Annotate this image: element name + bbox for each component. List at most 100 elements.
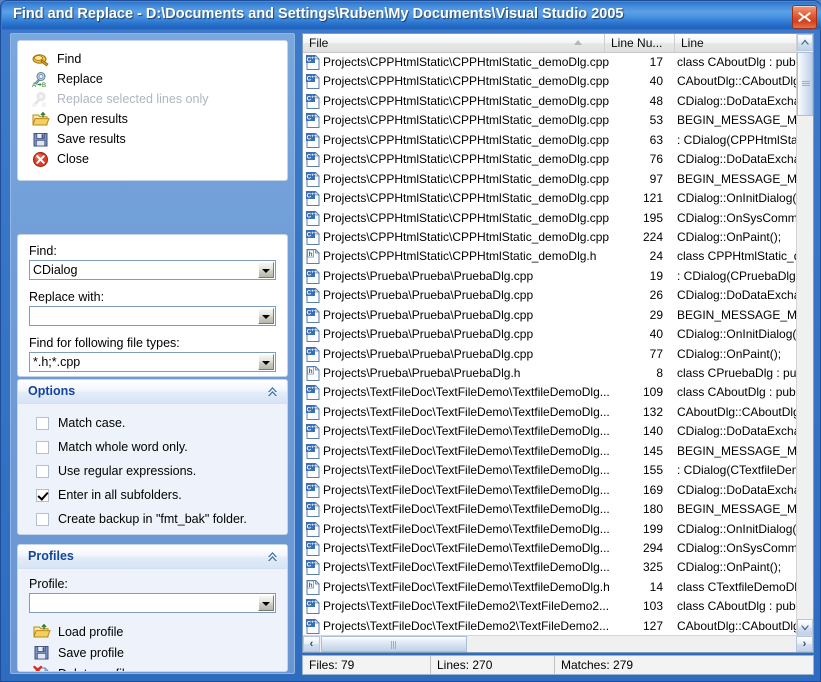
- cell-line-number: 40: [609, 74, 663, 88]
- filetypes-combo[interactable]: *.h;*.cpp: [29, 352, 276, 372]
- cell-file: Projects\Prueba\Prueba\PruebaDlg.cpp: [323, 347, 609, 361]
- results-list-header: File Line Nu... Line: [303, 34, 813, 53]
- svg-text:++: ++: [311, 133, 317, 138]
- action-find[interactable]: Find: [32, 49, 287, 69]
- option-create-backup[interactable]: Create backup in "fmt_bak" folder.: [36, 507, 287, 531]
- checkbox[interactable]: [36, 417, 49, 430]
- cell-line-number: 63: [609, 133, 663, 147]
- table-row[interactable]: C++Projects\TextFileDoc\TextFileDemo\Tex…: [303, 539, 798, 558]
- profile-combo[interactable]: [29, 593, 276, 613]
- cell-line: BEGIN_MESSAGE_MAP(CAbou: [677, 444, 797, 458]
- table-row[interactable]: C++Projects\CPPHtmlStatic\CPPHtmlStatic_…: [303, 53, 798, 72]
- cell-file: Projects\CPPHtmlStatic\CPPHtmlStatic_dem…: [323, 249, 609, 263]
- scroll-down-button[interactable]: [797, 619, 813, 636]
- action-label: Find: [57, 52, 81, 66]
- cell-line-number: 145: [609, 444, 663, 458]
- replace-combo[interactable]: [29, 306, 276, 326]
- action-delete-profile[interactable]: Delete profile: [33, 663, 276, 672]
- cpp-file-icon: C++: [306, 230, 320, 245]
- action-open-results[interactable]: Open results: [32, 109, 287, 129]
- horizontal-scrollbar[interactable]: ‹ ›: [303, 635, 813, 652]
- horizontal-scrollbar-thumb[interactable]: [321, 636, 467, 652]
- table-row[interactable]: C++Projects\Prueba\Prueba\PruebaDlg.cpp7…: [303, 345, 798, 364]
- cell-file: Projects\CPPHtmlStatic\CPPHtmlStatic_dem…: [323, 152, 609, 166]
- svg-text:++: ++: [311, 619, 317, 624]
- table-row[interactable]: C++Projects\TextFileDoc\TextFileDemo\Tex…: [303, 481, 798, 500]
- column-header-line[interactable]: Line: [675, 34, 798, 52]
- table-row[interactable]: hProjects\TextFileDoc\TextFileDemo\Textf…: [303, 578, 798, 597]
- action-save-results[interactable]: Save results: [32, 129, 287, 149]
- profile-action-label: Load profile: [58, 625, 123, 639]
- table-row[interactable]: C++Projects\Prueba\Prueba\PruebaDlg.cpp1…: [303, 267, 798, 286]
- checkbox[interactable]: [36, 465, 49, 478]
- table-row[interactable]: C++Projects\TextFileDoc\TextFileDemo2\Te…: [303, 617, 798, 636]
- table-row[interactable]: C++Projects\TextFileDoc\TextFileDemo\Tex…: [303, 461, 798, 480]
- table-row[interactable]: C++Projects\TextFileDoc\TextFileDemo\Tex…: [303, 383, 798, 402]
- table-row[interactable]: C++Projects\CPPHtmlStatic\CPPHtmlStatic_…: [303, 150, 798, 169]
- find-combo[interactable]: CDialog: [29, 260, 276, 280]
- table-row[interactable]: C++Projects\CPPHtmlStatic\CPPHtmlStatic_…: [303, 92, 798, 111]
- scroll-left-button[interactable]: ‹: [303, 636, 320, 652]
- chevron-down-icon[interactable]: [258, 595, 274, 611]
- cell-line-number: 8: [609, 366, 663, 380]
- options-section-header[interactable]: Options: [18, 380, 287, 404]
- close-window-button[interactable]: [792, 5, 817, 29]
- cell-line: : CDialog(CPPHtmlStatic_de: [677, 133, 797, 147]
- vertical-scrollbar-thumb[interactable]: [797, 52, 813, 116]
- table-row[interactable]: C++Projects\TextFileDoc\TextFileDemo2\Te…: [303, 597, 798, 616]
- checkbox[interactable]: [36, 489, 49, 502]
- table-row[interactable]: C++Projects\TextFileDoc\TextFileDemo\Tex…: [303, 520, 798, 539]
- filetypes-input[interactable]: *.h;*.cpp: [33, 355, 80, 369]
- table-row[interactable]: C++Projects\TextFileDoc\TextFileDemo\Tex…: [303, 558, 798, 577]
- table-row[interactable]: C++Projects\TextFileDoc\TextFileDemo\Tex…: [303, 500, 798, 519]
- table-row[interactable]: C++Projects\CPPHtmlStatic\CPPHtmlStatic_…: [303, 228, 798, 247]
- column-header-line-number[interactable]: Line Nu...: [605, 34, 675, 52]
- checkbox[interactable]: [36, 441, 49, 454]
- chevron-down-icon[interactable]: [258, 308, 274, 324]
- cpp-file-icon: C++: [306, 444, 320, 459]
- table-row[interactable]: C++Projects\CPPHtmlStatic\CPPHtmlStatic_…: [303, 170, 798, 189]
- table-row[interactable]: C++Projects\TextFileDoc\TextFileDemo\Tex…: [303, 442, 798, 461]
- profile-action-label: Delete profile: [58, 667, 132, 673]
- table-row[interactable]: C++Projects\CPPHtmlStatic\CPPHtmlStatic_…: [303, 111, 798, 130]
- table-row[interactable]: C++Projects\Prueba\Prueba\PruebaDlg.cpp4…: [303, 325, 798, 344]
- scroll-up-button[interactable]: [797, 34, 813, 51]
- table-row[interactable]: C++Projects\Prueba\Prueba\PruebaDlg.cpp2…: [303, 286, 798, 305]
- action-replace[interactable]: A B Replace: [32, 69, 287, 89]
- column-header-file[interactable]: File: [303, 34, 605, 52]
- action-save-profile[interactable]: Save profile: [33, 642, 276, 663]
- option-match-whole-word[interactable]: Match whole word only.: [36, 435, 287, 459]
- vertical-scrollbar[interactable]: [796, 34, 813, 636]
- table-row[interactable]: C++Projects\CPPHtmlStatic\CPPHtmlStatic_…: [303, 189, 798, 208]
- cell-file: Projects\TextFileDoc\TextFileDemo\Textfi…: [323, 560, 609, 574]
- table-row[interactable]: C++Projects\CPPHtmlStatic\CPPHtmlStatic_…: [303, 209, 798, 228]
- option-enter-subfolders[interactable]: Enter in all subfolders.: [36, 483, 287, 507]
- scroll-right-button[interactable]: ›: [796, 636, 813, 652]
- table-row[interactable]: C++Projects\TextFileDoc\TextFileDemo\Tex…: [303, 403, 798, 422]
- option-match-case[interactable]: Match case.: [36, 411, 287, 435]
- cell-file: Projects\TextFileDoc\TextFileDemo\Textfi…: [323, 483, 609, 497]
- chevron-down-icon[interactable]: [258, 262, 274, 278]
- table-row[interactable]: hProjects\CPPHtmlStatic\CPPHtmlStatic_de…: [303, 247, 798, 266]
- table-row[interactable]: C++Projects\Prueba\Prueba\PruebaDlg.cpp2…: [303, 306, 798, 325]
- table-row[interactable]: C++Projects\CPPHtmlStatic\CPPHtmlStatic_…: [303, 131, 798, 150]
- svg-text:++: ++: [311, 289, 317, 294]
- cell-file: Projects\CPPHtmlStatic\CPPHtmlStatic_dem…: [323, 113, 609, 127]
- option-use-regex[interactable]: Use regular expressions.: [36, 459, 287, 483]
- chevron-up-icon[interactable]: [265, 549, 280, 564]
- cell-line: BEGIN_MESSAGE_MAP(CPrue: [677, 308, 797, 322]
- table-row[interactable]: C++Projects\TextFileDoc\TextFileDemo\Tex…: [303, 422, 798, 441]
- cpp-file-icon: C++: [306, 483, 320, 498]
- chevron-up-icon[interactable]: [265, 384, 280, 399]
- action-load-profile[interactable]: Load profile: [33, 621, 276, 642]
- cell-line-number: 199: [609, 522, 663, 536]
- find-input[interactable]: CDialog: [33, 263, 77, 277]
- table-row[interactable]: C++Projects\CPPHtmlStatic\CPPHtmlStatic_…: [303, 72, 798, 91]
- chevron-down-icon[interactable]: [258, 354, 274, 370]
- table-row[interactable]: hProjects\Prueba\Prueba\PruebaDlg.h8clas…: [303, 364, 798, 383]
- cell-line-number: 53: [609, 113, 663, 127]
- search-form-box: Find: CDialog Replace with: Find for fol…: [17, 234, 288, 377]
- checkbox[interactable]: [36, 513, 49, 526]
- action-close[interactable]: Close: [32, 149, 287, 169]
- profiles-section-header[interactable]: Profiles: [18, 545, 287, 569]
